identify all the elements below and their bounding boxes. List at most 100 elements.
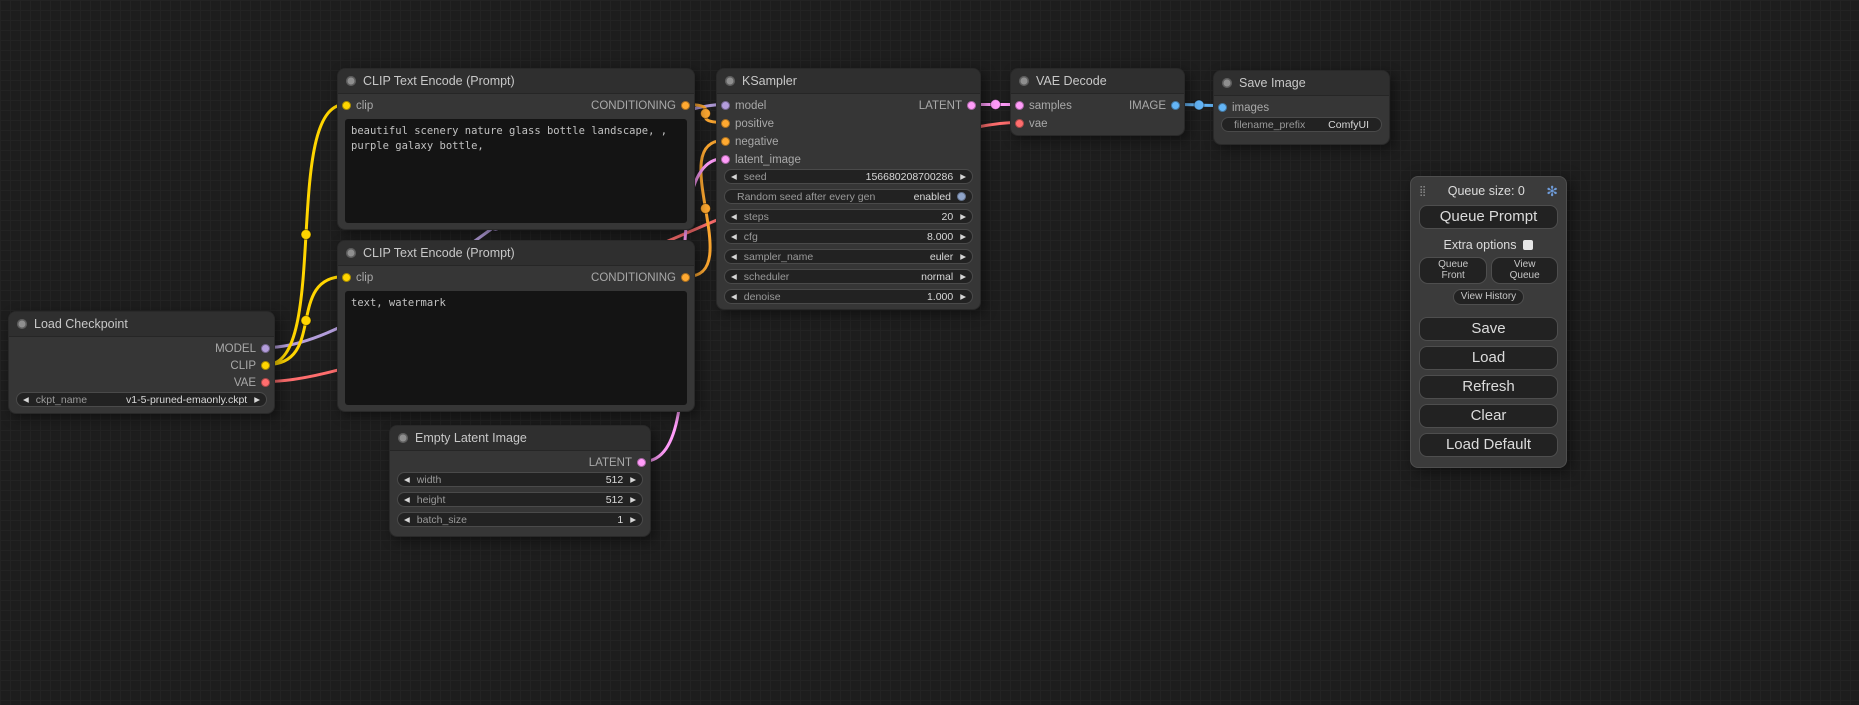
clip-input-dot[interactable] [342,273,351,282]
seed-widget[interactable]: ◀ seed 156680208700286 ▶ [724,169,973,184]
decrement-arrow-icon[interactable]: ◀ [731,273,737,281]
increment-arrow-icon[interactable]: ▶ [254,396,260,404]
view-history-button[interactable]: View History [1453,289,1524,305]
image-output-dot[interactable] [1171,101,1180,110]
widget-value: 1.000 [927,291,953,303]
save-button[interactable]: Save [1419,317,1558,341]
height-widget[interactable]: ◀ height 512 ▶ [397,492,643,507]
widget-label: ckpt_name [36,394,87,406]
slot-label: CONDITIONING [591,272,676,284]
increment-arrow-icon[interactable]: ▶ [960,293,966,301]
menu-separator [1419,305,1558,312]
link-midpoint-dot [301,230,311,240]
increment-arrow-icon[interactable]: ▶ [630,476,636,484]
increment-arrow-icon[interactable]: ▶ [960,273,966,281]
link-midpoint-dot [701,204,711,214]
cfg-widget[interactable]: ◀ cfg 8.000 ▶ [724,229,973,244]
load-default-button[interactable]: Load Default [1419,433,1558,457]
node-vae-decode[interactable]: VAE Decode samples vae IMAGE [1010,68,1185,136]
latent-output-dot[interactable] [637,458,646,467]
increment-arrow-icon[interactable]: ▶ [630,516,636,524]
decrement-arrow-icon[interactable]: ◀ [404,496,410,504]
conditioning-output-dot[interactable] [681,273,690,282]
empty-latent-title-bar[interactable]: Empty Latent Image [390,426,650,451]
scheduler-widget[interactable]: ◀ scheduler normal ▶ [724,269,973,284]
decrement-arrow-icon[interactable]: ◀ [404,516,410,524]
model-output-dot[interactable] [261,344,270,353]
output-slot-vae: VAE [234,374,270,391]
settings-gear-icon[interactable]: ✻ [1546,183,1558,200]
node-clip-text-encode-negative[interactable]: CLIP Text Encode (Prompt) clip CONDITION… [337,240,695,412]
node-title: Save Image [1239,76,1306,90]
model-input-dot[interactable] [721,101,730,110]
ksampler-title-bar[interactable]: KSampler [717,69,980,94]
drag-handle-icon[interactable]: ⣿ [1419,186,1426,197]
save-image-title-bar[interactable]: Save Image [1214,71,1389,96]
node-ksampler[interactable]: KSampler model positive negative latent_… [716,68,981,310]
link-midpoint-dot [301,316,311,326]
decrement-arrow-icon[interactable]: ◀ [731,173,737,181]
node-title: Load Checkpoint [34,317,128,331]
sampler-name-widget[interactable]: ◀ sampler_name euler ▶ [724,249,973,264]
batch-size-widget[interactable]: ◀ batch_size 1 ▶ [397,512,643,527]
queue-prompt-button[interactable]: Queue Prompt [1419,205,1558,229]
slot-label: VAE [234,377,256,389]
increment-arrow-icon[interactable]: ▶ [960,173,966,181]
load-checkpoint-title-bar[interactable]: Load Checkpoint [9,312,274,337]
decrement-arrow-icon[interactable]: ◀ [404,476,410,484]
refresh-button[interactable]: Refresh [1419,375,1558,399]
vae-input-dot[interactable] [1015,119,1024,128]
clip-negative-title-bar[interactable]: CLIP Text Encode (Prompt) [338,241,694,266]
latent-image-input-dot[interactable] [721,155,730,164]
latent-output-dot[interactable] [967,101,976,110]
increment-arrow-icon[interactable]: ▶ [960,233,966,241]
clip-positive-title-bar[interactable]: CLIP Text Encode (Prompt) [338,69,694,94]
node-save-image[interactable]: Save Image images filename_prefix ComfyU… [1213,70,1390,145]
clip-input-dot[interactable] [342,101,351,110]
positive-prompt-textarea[interactable]: beautiful scenery nature glass bottle la… [345,119,687,223]
menu-panel: ⣿ Queue size: 0 ✻ Queue Prompt Extra opt… [1410,176,1567,468]
vae-output-dot[interactable] [261,378,270,387]
node-status-dot [346,76,356,86]
decrement-arrow-icon[interactable]: ◀ [731,293,737,301]
node-empty-latent-image[interactable]: Empty Latent Image LATENT ◀ width 512 ▶ … [389,425,651,537]
queue-buttons-row: Queue Front View Queue [1419,257,1558,284]
vae-decode-title-bar[interactable]: VAE Decode [1011,69,1184,94]
increment-arrow-icon[interactable]: ▶ [960,253,966,261]
extra-options-checkbox[interactable] [1523,240,1533,250]
negative-prompt-textarea[interactable]: text, watermark [345,291,687,405]
widget-label: denoise [744,291,781,303]
clear-button[interactable]: Clear [1419,404,1558,428]
positive-input-dot[interactable] [721,119,730,128]
clip-output-dot[interactable] [261,361,270,370]
steps-widget[interactable]: ◀ steps 20 ▶ [724,209,973,224]
decrement-arrow-icon[interactable]: ◀ [23,396,29,404]
width-widget[interactable]: ◀ width 512 ▶ [397,472,643,487]
slot-label: CLIP [230,360,256,372]
random-seed-toggle-widget[interactable]: Random seed after every gen enabled [724,189,973,204]
images-input-dot[interactable] [1218,103,1227,112]
ckpt-name-widget[interactable]: ◀ ckpt_name v1-5-pruned-emaonly.ckpt ▶ [16,392,267,407]
negative-input-dot[interactable] [721,137,730,146]
output-slot-model: MODEL [215,340,270,357]
node-clip-text-encode-positive[interactable]: CLIP Text Encode (Prompt) clip CONDITION… [337,68,695,230]
decrement-arrow-icon[interactable]: ◀ [731,233,737,241]
history-row: View History [1419,289,1558,305]
node-status-dot [725,76,735,86]
output-slot-clip: CLIP [230,357,270,374]
extra-options-label: Extra options [1444,238,1517,252]
view-queue-button[interactable]: View Queue [1491,257,1558,284]
samples-input-dot[interactable] [1015,101,1024,110]
filename-prefix-widget[interactable]: filename_prefix ComfyUI [1221,117,1382,132]
decrement-arrow-icon[interactable]: ◀ [731,213,737,221]
queue-front-button[interactable]: Queue Front [1419,257,1487,284]
conditioning-output-dot[interactable] [681,101,690,110]
increment-arrow-icon[interactable]: ▶ [960,213,966,221]
load-button[interactable]: Load [1419,346,1558,370]
increment-arrow-icon[interactable]: ▶ [630,496,636,504]
toggle-dot[interactable] [957,192,966,201]
denoise-widget[interactable]: ◀ denoise 1.000 ▶ [724,289,973,304]
node-load-checkpoint[interactable]: Load Checkpoint MODEL CLIP VAE ◀ ckpt_na… [8,311,275,414]
node-graph-canvas[interactable]: Load Checkpoint MODEL CLIP VAE ◀ ckpt_na… [0,0,1859,705]
decrement-arrow-icon[interactable]: ◀ [731,253,737,261]
